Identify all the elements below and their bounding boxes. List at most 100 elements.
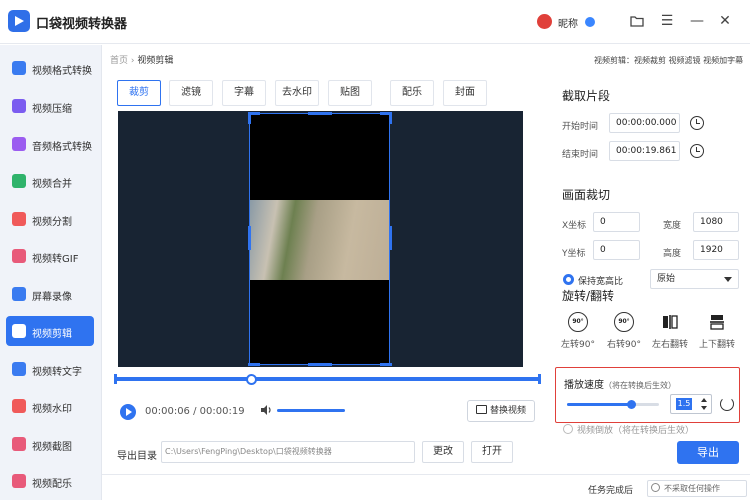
speed-value[interactable]: 1.5 (676, 398, 692, 410)
stepper-up-icon[interactable] (701, 398, 707, 402)
rotate-title: 旋转/翻转 (562, 289, 615, 303)
rotate-left-label: 左转90° (561, 340, 595, 350)
crop-handle-right[interactable] (389, 226, 392, 250)
change-dir-button[interactable]: 更改 (422, 441, 464, 463)
tab-filter[interactable]: 滤镜 (169, 80, 213, 106)
breadcrumb-home[interactable]: 首页 (110, 56, 128, 66)
flip-vertical-label: 上下翻转 (698, 340, 735, 350)
flip-horizontal-icon (663, 315, 678, 329)
sidebar-item-label: 音频格式转换 (32, 142, 92, 153)
breadcrumb-separator: › (130, 56, 135, 66)
edit-icon (12, 324, 26, 338)
sidebar-item-merge[interactable]: 视频合并 (6, 166, 94, 196)
crop-handle-bottom-left[interactable] (248, 363, 260, 366)
set-end-clock-icon[interactable] (690, 144, 704, 158)
time-display: 00:00:06 / 00:00:19 (145, 406, 245, 417)
menu-icon[interactable]: ☰ (658, 12, 676, 30)
tab-crop[interactable]: 裁剪 (117, 80, 161, 106)
crop-handle-bottom[interactable] (308, 363, 332, 366)
music-icon (12, 474, 26, 488)
crop-frame[interactable] (249, 113, 390, 365)
volume-icon[interactable] (260, 404, 274, 419)
compress-icon (12, 99, 26, 113)
timeline-track[interactable] (116, 377, 540, 381)
width-input[interactable]: 1080 (693, 212, 739, 232)
speed-stepper[interactable]: 1.5 (670, 394, 712, 414)
export-button[interactable]: 导出 (677, 441, 739, 464)
sidebar-item-gif[interactable]: 视频转GIF (6, 241, 94, 271)
output-dir-label: 导出目录 (117, 451, 157, 462)
sidebar-item-video-format[interactable]: 视频格式转换 (6, 53, 94, 83)
replace-video-button[interactable]: 替换视频 (467, 400, 535, 422)
replace-icon (475, 405, 487, 414)
sidebar-item-music[interactable]: 视频配乐 (6, 466, 94, 496)
tab-sticker[interactable]: 贴图 (328, 80, 372, 106)
minimize-icon[interactable]: — (688, 12, 706, 30)
flip-horizontal-button[interactable]: 左右翻转 (647, 312, 693, 352)
folder-icon[interactable] (628, 12, 646, 30)
reverse-checkbox[interactable] (563, 424, 573, 434)
flip-horizontal-label: 左右翻转 (651, 340, 688, 350)
timeline-playhead[interactable] (246, 374, 257, 385)
quick-links: 视频剪辑：视频裁剪 视频滤镜 视频加字幕 (594, 56, 744, 65)
crop-handle-top[interactable] (308, 112, 332, 115)
status-bar: 任务完成后 不采取任何操作 (102, 474, 750, 500)
edit-tabs: 裁剪 滤镜 字幕 去水印 贴图 配乐 封面 (116, 80, 488, 106)
sidebar-item-audio-format[interactable]: 音频格式转换 (6, 129, 94, 159)
flip-vertical-button[interactable]: 上下翻转 (694, 312, 740, 352)
tab-remove-watermark[interactable]: 去水印 (275, 80, 319, 106)
crop-handle-top-right-v[interactable] (389, 112, 392, 124)
sidebar-item-record[interactable]: 屏幕录像 (6, 279, 94, 309)
crop-handle-left[interactable] (248, 226, 251, 250)
merge-icon (12, 174, 26, 188)
keep-ratio-radio[interactable] (563, 274, 574, 285)
ratio-select[interactable]: 原始 (650, 269, 739, 289)
sidebar-item-compress[interactable]: 视频压缩 (6, 91, 94, 121)
timeline-end-marker[interactable] (538, 374, 541, 384)
sidebar-item-label: 视频配乐 (32, 479, 72, 490)
speed-slider[interactable] (567, 400, 659, 409)
crop-handle-top-left-v[interactable] (248, 112, 251, 124)
no-action-icon (651, 483, 660, 492)
close-icon[interactable]: ✕ (716, 12, 734, 30)
sidebar-item-to-text[interactable]: 视频转文字 (6, 354, 94, 384)
username[interactable]: 昵称 (558, 15, 578, 30)
start-time-input[interactable]: 00:00:00.000 (609, 113, 680, 133)
speed-slider-thumb[interactable] (627, 400, 637, 409)
record-icon (12, 287, 26, 301)
set-start-clock-icon[interactable] (690, 116, 704, 130)
stepper-down-icon[interactable] (701, 406, 707, 410)
crop-handle-bottom-right[interactable] (380, 363, 392, 366)
rotate-left-button[interactable]: 90° 左转90° (555, 312, 601, 352)
sidebar-item-watermark[interactable]: 视频水印 (6, 391, 94, 421)
rotate-right-button[interactable]: 90° 右转90° (601, 312, 647, 352)
speed-title-text: 播放速度 (564, 380, 604, 391)
sidebar-item-label: 视频剪辑 (32, 329, 72, 340)
sidebar-item-label: 屏幕录像 (32, 292, 72, 303)
y-coord-input[interactable]: 0 (593, 240, 640, 260)
volume-slider[interactable] (277, 409, 345, 412)
play-button[interactable] (120, 404, 136, 420)
breadcrumb: 首页 › 视频剪辑 (110, 53, 173, 66)
tab-music[interactable]: 配乐 (390, 80, 434, 106)
sidebar-item-split[interactable]: 视频分割 (6, 204, 94, 234)
sidebar-item-edit[interactable]: 视频剪辑 (6, 316, 94, 346)
task-done-label: 任务完成后 (588, 486, 634, 496)
output-path-field[interactable]: C:\Users\FengPing\Desktop\口袋视频转换器 (161, 441, 415, 463)
x-coord-input[interactable]: 0 (593, 212, 640, 232)
breadcrumb-current: 视频剪辑 (137, 56, 174, 66)
avatar[interactable] (537, 14, 552, 29)
video-preview (118, 111, 523, 367)
sidebar-item-screenshot[interactable]: 视频截图 (6, 429, 94, 459)
tab-subtitle[interactable]: 字幕 (222, 80, 266, 106)
crop-title: 画面裁切 (562, 188, 611, 202)
timeline-start-marker[interactable] (114, 374, 117, 384)
height-input[interactable]: 1920 (693, 240, 739, 260)
start-time-label: 开始时间 (562, 122, 599, 132)
after-task-value: 不采取任何操作 (664, 484, 720, 493)
open-dir-button[interactable]: 打开 (471, 441, 513, 463)
reset-speed-icon[interactable] (720, 397, 734, 411)
end-time-input[interactable]: 00:00:19.861 (609, 141, 680, 161)
tab-cover[interactable]: 封面 (443, 80, 487, 106)
after-task-select[interactable]: 不采取任何操作 (647, 480, 747, 497)
